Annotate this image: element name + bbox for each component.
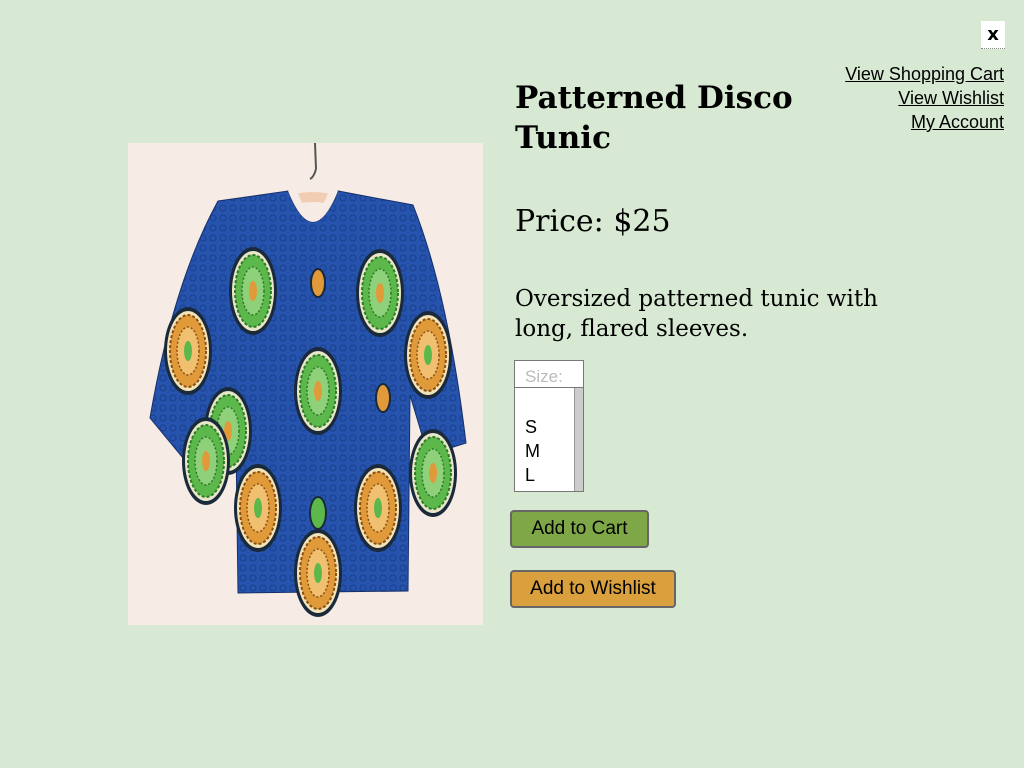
close-icon: x [987,23,999,45]
my-account-link[interactable]: My Account [845,110,1004,134]
size-option-l[interactable]: L [525,463,575,487]
size-option-m[interactable]: M [525,439,575,463]
product-title: Patterned Disco Tunic [515,80,793,156]
size-scrollbar[interactable] [574,388,583,491]
product-image [128,143,483,625]
add-to-wishlist-button[interactable]: Add to Wishlist [510,570,676,608]
view-shopping-cart-link[interactable]: View Shopping Cart [845,62,1004,86]
tunic-illustration [128,143,483,625]
view-wishlist-link[interactable]: View Wishlist [845,86,1004,110]
add-to-cart-button[interactable]: Add to Cart [510,510,649,548]
size-placeholder[interactable]: Size: [515,361,583,388]
size-select[interactable]: Size: S M L [514,360,584,492]
size-options-list: S M L [515,388,575,491]
product-price: Price: $25 [515,204,671,239]
product-description: Oversized patterned tunic with long, fla… [515,286,878,342]
close-button[interactable]: x [981,21,1005,49]
size-option-s[interactable]: S [525,415,575,439]
account-links: View Shopping Cart View Wishlist My Acco… [845,62,1004,134]
